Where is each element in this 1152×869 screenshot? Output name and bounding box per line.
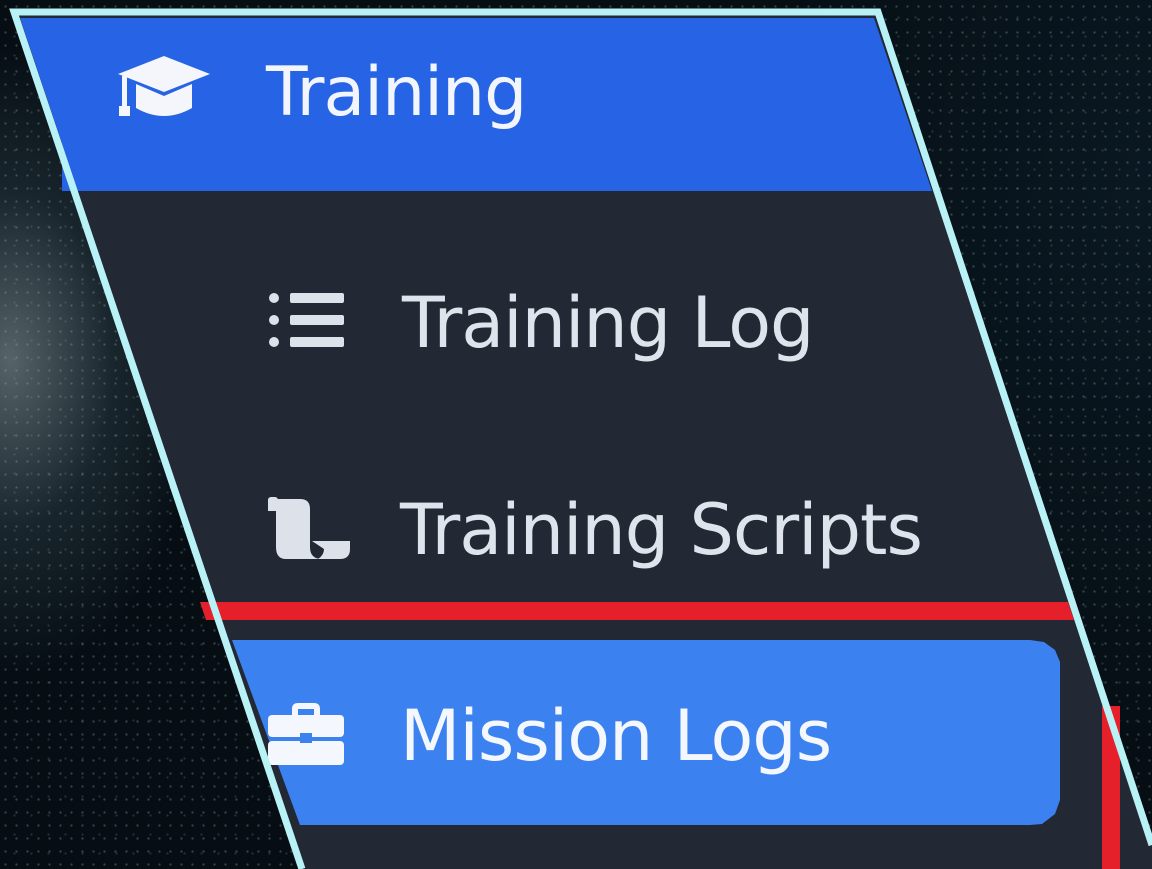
red-highlight-edge (1102, 706, 1120, 869)
menu-item-label: Training Scripts (400, 489, 923, 571)
menu-item-training-log[interactable]: Training Log (268, 282, 814, 364)
menu-header-training[interactable]: Training (116, 52, 527, 132)
graduation-cap-icon (116, 52, 226, 132)
menu-header-label: Training (266, 52, 527, 132)
screen: Training Training Log Training Scripts M… (0, 0, 1152, 869)
list-icon (268, 288, 348, 358)
menu-item-label: Mission Logs (400, 695, 832, 777)
briefcase-icon (266, 701, 348, 771)
sidebar-menu-panel: Training Training Log Training Scripts M… (0, 0, 1152, 869)
menu-item-label: Training Log (402, 282, 814, 364)
scroll-icon (266, 495, 352, 565)
menu-item-training-scripts[interactable]: Training Scripts (266, 489, 923, 571)
menu-item-mission-logs[interactable]: Mission Logs (266, 695, 832, 777)
